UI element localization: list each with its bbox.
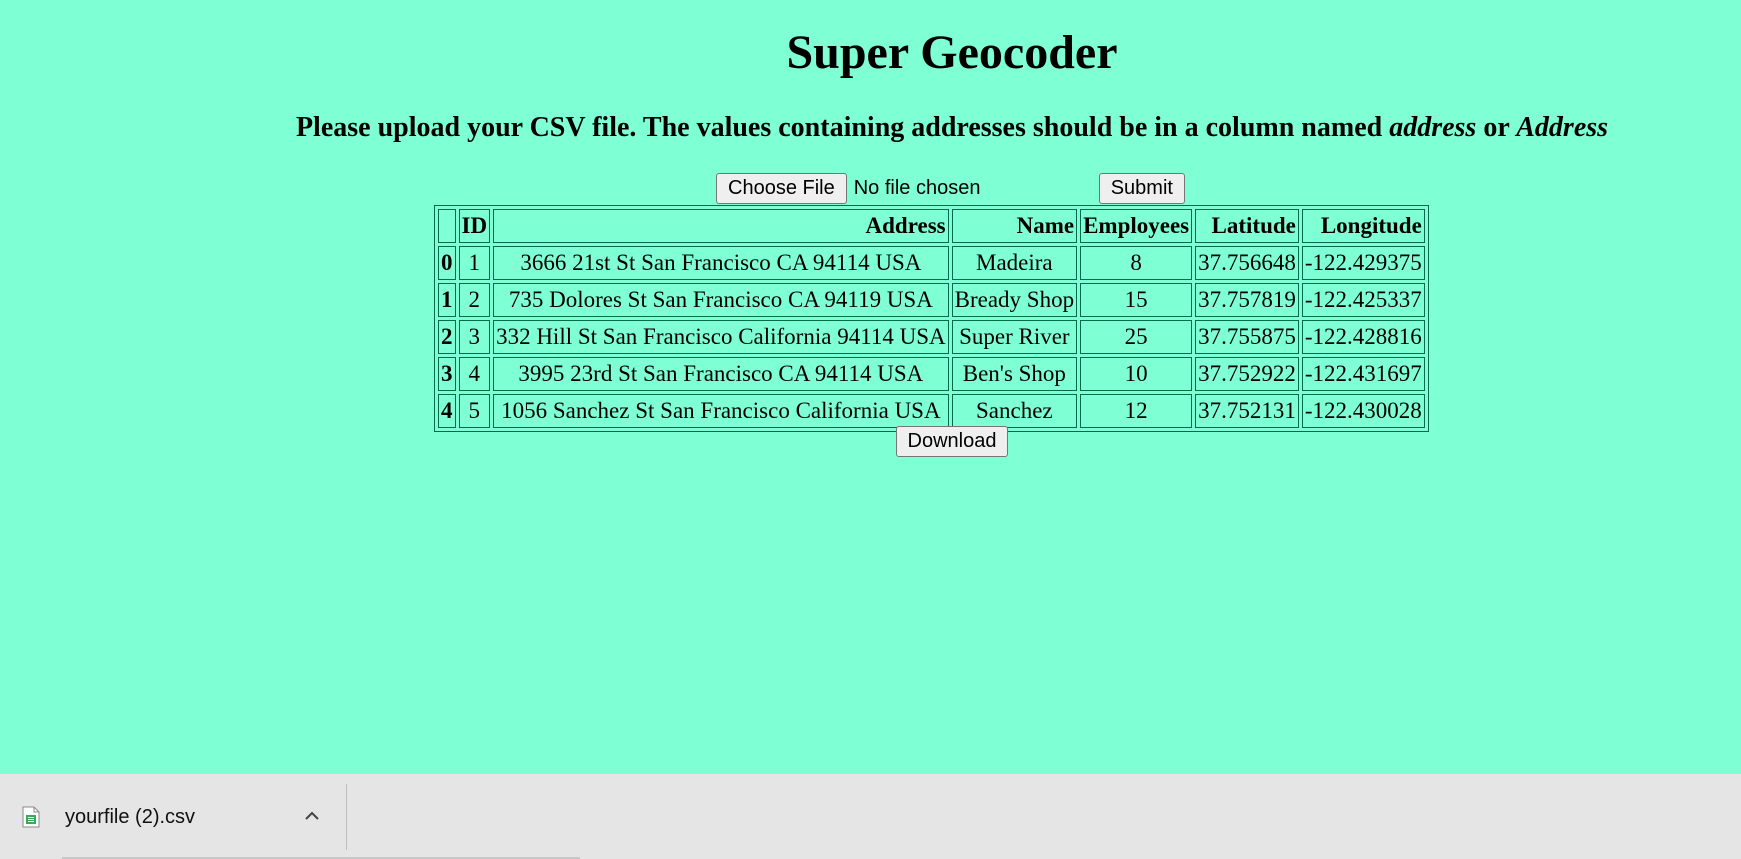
cell-id: 1 (458, 246, 491, 280)
page: Super Geocoder Please upload your CSV fi… (0, 0, 1741, 859)
cell-id: 2 (458, 283, 491, 317)
instructions-column-lower: address (1389, 112, 1477, 143)
cell-name: Super River (951, 320, 1078, 354)
cell-address: 3995 23rd St San Francisco CA 94114 USA (493, 357, 949, 391)
cell-longitude: -122.431697 (1301, 357, 1425, 391)
download-button[interactable]: Download (895, 426, 1009, 457)
cell-latitude: 37.752922 (1195, 357, 1299, 391)
instructions-or: or (1476, 112, 1517, 143)
cell-employees: 25 (1080, 320, 1193, 354)
table-row: 4 5 1056 Sanchez St San Francisco Califo… (438, 394, 1425, 428)
row-index: 0 (438, 246, 456, 280)
cell-longitude: -122.428816 (1301, 320, 1425, 354)
cell-name: Ben's Shop (951, 357, 1078, 391)
cell-id: 4 (458, 357, 491, 391)
results-table: ID Address Name Employees Latitude Longi… (434, 205, 1429, 432)
cell-id: 5 (458, 394, 491, 428)
download-file-name: yourfile (2).csv (65, 806, 196, 828)
csv-file-icon (22, 806, 40, 828)
cell-employees: 10 (1080, 357, 1193, 391)
table-row: 3 4 3995 23rd St San Francisco CA 94114 … (438, 357, 1425, 391)
table-header-row: ID Address Name Employees Latitude Longi… (438, 209, 1425, 243)
chevron-up-icon[interactable] (300, 804, 324, 828)
main-content: Super Geocoder Please upload your CSV fi… (0, 0, 1741, 773)
cell-longitude: -122.430028 (1301, 394, 1425, 428)
cell-address: 3666 21st St San Francisco CA 94114 USA (493, 246, 949, 280)
cell-employees: 15 (1080, 283, 1193, 317)
table-row: 0 1 3666 21st St San Francisco CA 94114 … (438, 246, 1425, 280)
cell-employees: 12 (1080, 394, 1193, 428)
cell-latitude: 37.755875 (1195, 320, 1299, 354)
browser-download-bar: yourfile (2).csv (0, 773, 1741, 859)
page-title: Super Geocoder (786, 26, 1118, 79)
header-id: ID (458, 209, 491, 243)
cell-latitude: 37.752131 (1195, 394, 1299, 428)
row-index: 3 (438, 357, 456, 391)
cell-latitude: 37.757819 (1195, 283, 1299, 317)
cell-address: 1056 Sanchez St San Francisco California… (493, 394, 949, 428)
header-name: Name (951, 209, 1078, 243)
cell-id: 3 (458, 320, 491, 354)
upload-instructions: Please upload your CSV file. The values … (0, 108, 1741, 148)
download-area: Download (0, 426, 1741, 457)
instructions-text: Please upload your CSV file. The values … (295, 112, 1390, 143)
cell-address: 332 Hill St San Francisco California 941… (493, 320, 949, 354)
choose-file-button[interactable]: Choose File (716, 172, 847, 204)
cell-employees: 8 (1080, 246, 1193, 280)
cell-name: Sanchez (951, 394, 1078, 428)
submit-button[interactable]: Submit (1098, 172, 1185, 204)
header-employees: Employees (1080, 209, 1193, 243)
header-longitude: Longitude (1301, 209, 1425, 243)
cell-name: Bready Shop (951, 283, 1078, 317)
header-index (438, 209, 456, 243)
cell-latitude: 37.756648 (1195, 246, 1299, 280)
cell-longitude: -122.425337 (1301, 283, 1425, 317)
header-latitude: Latitude (1195, 209, 1299, 243)
table-row: 1 2 735 Dolores St San Francisco CA 9411… (438, 283, 1425, 317)
download-bar-divider (346, 784, 347, 850)
header-address: Address (493, 209, 949, 243)
cell-address: 735 Dolores St San Francisco CA 94119 US… (493, 283, 949, 317)
upload-form: Choose File No file chosen Submit (716, 172, 1185, 204)
instructions-column-upper: Address (1516, 112, 1609, 143)
file-status-text: No file chosen (853, 176, 981, 199)
cell-longitude: -122.429375 (1301, 246, 1425, 280)
cell-name: Madeira (951, 246, 1078, 280)
row-index: 4 (438, 394, 456, 428)
row-index: 2 (438, 320, 456, 354)
download-item[interactable]: yourfile (2).csv (0, 774, 346, 859)
row-index: 1 (438, 283, 456, 317)
table-row: 2 3 332 Hill St San Francisco California… (438, 320, 1425, 354)
